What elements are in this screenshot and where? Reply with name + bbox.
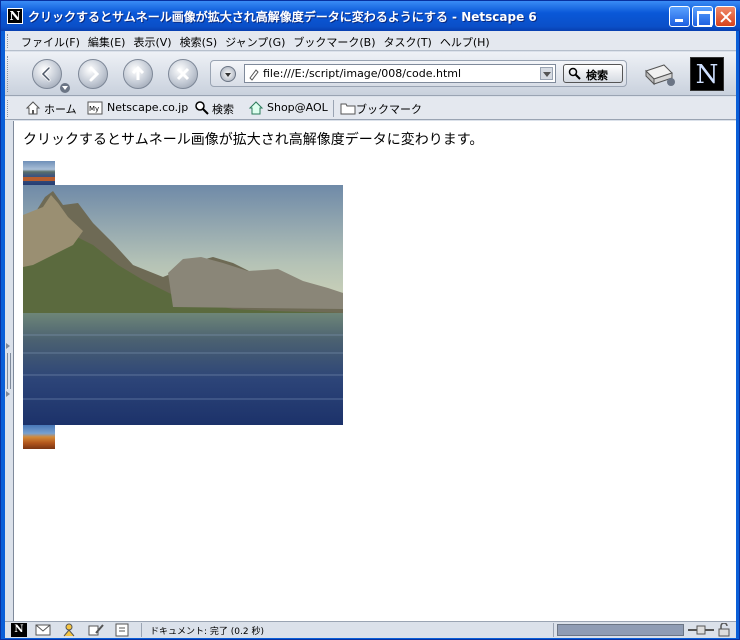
search-link[interactable]: 検索 xyxy=(212,101,234,117)
personal-toolbar: ホーム My Netscape.co.jp 検索 Shop@AOL ブックマーク xyxy=(5,97,736,120)
my-netscape-icon[interactable]: My xyxy=(87,100,103,116)
search-icon[interactable] xyxy=(194,100,210,116)
back-history-dropdown[interactable] xyxy=(60,83,70,93)
personalbar-grip[interactable] xyxy=(7,100,12,117)
svg-text:My: My xyxy=(89,105,99,113)
home-icon[interactable] xyxy=(25,100,41,116)
stop-button[interactable] xyxy=(168,59,198,89)
navigation-toolbar: file:///E:/script/image/008/code.html 検索 xyxy=(5,52,736,96)
online-connection-icon[interactable] xyxy=(688,623,714,637)
menu-search[interactable]: 検索(S) xyxy=(180,34,226,50)
go-dropdown-icon[interactable] xyxy=(220,66,236,82)
status-text: ドキュメント: 完了 (0.2 秒) xyxy=(150,627,264,637)
menu-go[interactable]: ジャンプ(G) xyxy=(225,34,293,50)
menu-tasks[interactable]: タスク(T) xyxy=(384,34,440,50)
shop-aol-link[interactable]: Shop@AOL xyxy=(267,101,328,114)
page-content: クリックするとサムネール画像が拡大され高解像度データに変わります。 xyxy=(13,121,736,621)
reload-button[interactable] xyxy=(123,59,153,89)
browser-chrome: ファイル(F) 編集(E) 表示(V) 検索(S) ジャンプ(G) ブックマーク… xyxy=(5,31,736,121)
netscape-logo[interactable]: N xyxy=(690,57,724,91)
sidebar-grip xyxy=(7,353,11,389)
close-button[interactable] xyxy=(715,6,736,27)
toolbar-separator xyxy=(333,100,334,117)
bookmarks-folder[interactable]: ブックマーク xyxy=(356,101,422,117)
menu-edit[interactable]: 編集(E) xyxy=(88,34,134,50)
thumbnail-image-2[interactable] xyxy=(23,425,55,449)
mail-icon[interactable] xyxy=(35,623,51,637)
progress-bar xyxy=(557,624,684,636)
home-link[interactable]: ホーム xyxy=(44,101,77,117)
menu-view[interactable]: 表示(V) xyxy=(133,34,179,50)
magnifier-icon xyxy=(568,67,581,80)
forward-arrow-icon xyxy=(89,66,100,82)
back-arrow-icon xyxy=(40,66,51,82)
composer-icon[interactable] xyxy=(88,623,104,637)
browser-window: N クリックするとサムネール画像が拡大され高解像度データに変わるようにする - … xyxy=(0,0,740,640)
menu-file[interactable]: ファイル(F) xyxy=(21,34,88,50)
menu-bar: ファイル(F) 編集(E) 表示(V) 検索(S) ジャンプ(G) ブックマーク… xyxy=(5,31,736,51)
sidebar-arrow-icon xyxy=(6,391,10,397)
location-bar: file:///E:/script/image/008/code.html 検索 xyxy=(210,60,627,87)
netscape-link[interactable]: Netscape.co.jp xyxy=(107,101,188,114)
menu-bookmarks[interactable]: ブックマーク(B) xyxy=(293,34,383,50)
menubar-grip[interactable] xyxy=(7,34,12,48)
menu-help[interactable]: ヘルプ(H) xyxy=(440,34,498,50)
title-bar[interactable]: N クリックするとサムネール画像が拡大され高解像度データに変わるようにする - … xyxy=(1,1,740,31)
url-input[interactable]: file:///E:/script/image/008/code.html xyxy=(263,67,461,80)
navbar-grip[interactable] xyxy=(7,56,12,92)
maximize-button[interactable] xyxy=(692,6,713,27)
url-field[interactable]: file:///E:/script/image/008/code.html xyxy=(244,64,556,83)
shop-home-icon[interactable] xyxy=(248,100,264,116)
statusbar-separator xyxy=(141,623,142,637)
page-description: クリックするとサムネール画像が拡大され高解像度データに変わります。 xyxy=(23,132,484,148)
sidebar-toggle[interactable] xyxy=(5,121,13,621)
netscape-app-icon[interactable]: N xyxy=(7,8,23,24)
search-button[interactable]: 検索 xyxy=(563,64,623,83)
status-bar: N ドキュメント: 完了 (0.2 秒) xyxy=(5,621,736,638)
menu-items: ファイル(F) 編集(E) 表示(V) 検索(S) ジャンプ(G) ブックマーク… xyxy=(21,34,498,50)
address-book-icon[interactable] xyxy=(114,623,130,637)
security-lock-icon[interactable] xyxy=(716,623,732,637)
enlarged-landscape-image[interactable] xyxy=(23,185,343,425)
page-icon xyxy=(249,69,259,81)
folder-icon[interactable] xyxy=(340,100,356,116)
navigator-component-icon[interactable]: N xyxy=(11,623,27,637)
instant-messenger-icon[interactable] xyxy=(61,623,77,637)
forward-button[interactable] xyxy=(78,59,108,89)
search-button-label: 検索 xyxy=(586,69,608,82)
statusbar-separator xyxy=(553,623,554,637)
back-button[interactable] xyxy=(32,59,62,89)
thumbnail-image-1[interactable] xyxy=(23,161,55,185)
reload-icon xyxy=(131,65,145,80)
print-icon[interactable] xyxy=(642,59,676,89)
minimize-button[interactable] xyxy=(669,6,690,27)
sidebar-arrow-icon xyxy=(6,343,10,349)
stop-icon xyxy=(176,67,190,81)
url-history-dropdown[interactable] xyxy=(540,67,553,80)
window-title: クリックするとサムネール画像が拡大され高解像度データに変わるようにする - Ne… xyxy=(28,10,537,24)
